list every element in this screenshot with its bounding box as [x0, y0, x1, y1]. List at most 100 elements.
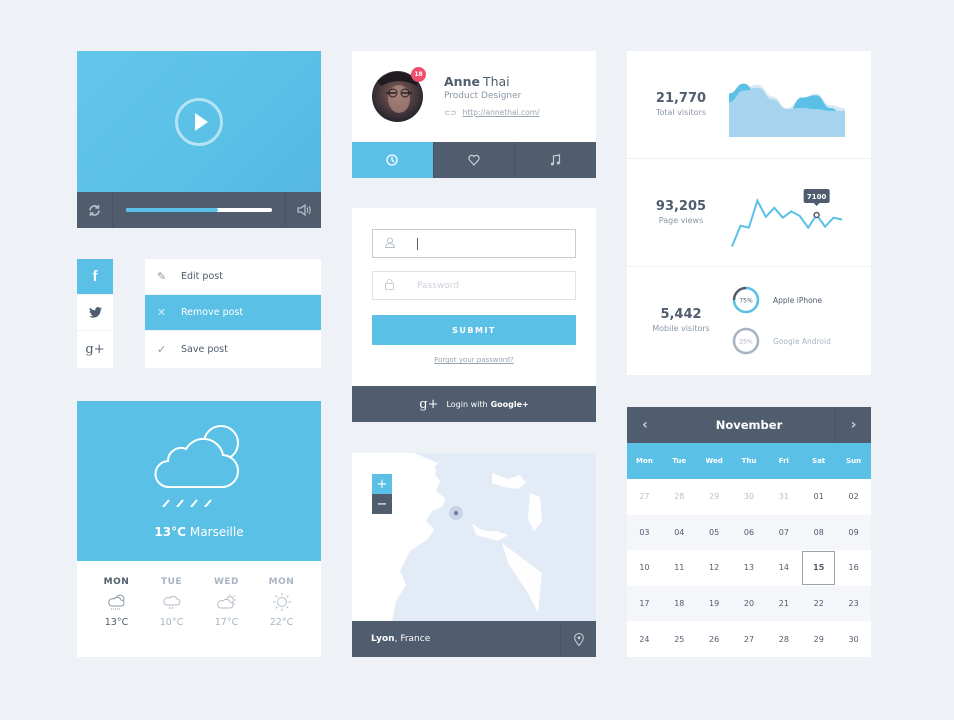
calendar-day[interactable]: 14	[766, 550, 801, 586]
tooltip-arrow	[813, 203, 820, 206]
calendar-day[interactable]: 24	[627, 621, 662, 657]
calendar-day[interactable]: 16	[836, 550, 871, 586]
login-form: SUBMIT Forgot your password? g+ Login wi…	[352, 208, 596, 422]
calendar-day[interactable]: 06	[732, 515, 767, 551]
repeat-button[interactable]	[77, 192, 113, 228]
calendar-week-row: 17 18 19 20 21 22 23	[627, 585, 871, 622]
google-login-button[interactable]: g+ Login with Google+	[352, 386, 596, 422]
calendar-day[interactable]: 03	[627, 515, 662, 551]
calendar-day[interactable]: 17	[627, 586, 662, 622]
calendar-day[interactable]: 27	[627, 479, 662, 515]
calendar-day[interactable]: 22	[801, 586, 836, 622]
username-field[interactable]	[372, 229, 576, 258]
weekday-label: Mon	[636, 457, 653, 465]
calendar-week-row: 24 25 26 27 28 29 30	[627, 621, 871, 657]
calendar-month: November	[715, 418, 783, 432]
calendar-day[interactable]: 11	[662, 550, 697, 586]
play-button[interactable]	[175, 98, 223, 146]
zoom-in-button[interactable]: +	[372, 474, 392, 494]
calendar-day[interactable]: 28	[662, 479, 697, 515]
calendar-day[interactable]: 29	[801, 621, 836, 657]
iphone-percent-ring: 75%	[732, 286, 760, 314]
chevron-right-icon: ›	[850, 417, 857, 433]
calendar-day[interactable]: 26	[697, 621, 732, 657]
video-screen[interactable]	[77, 51, 321, 192]
profile-card: 18 Anne Thai Product Designer ⊂⊃ http://an…	[352, 51, 597, 178]
calendar-day[interactable]: 29	[697, 479, 732, 515]
map-widget: + − Lyon, France	[352, 453, 596, 657]
tab-activity[interactable]	[352, 142, 433, 178]
lock-icon	[385, 278, 417, 293]
calendar-day[interactable]: 02	[836, 479, 871, 515]
next-month-button[interactable]: ›	[835, 407, 871, 443]
menu-item-remove-post[interactable]: ✕ Remove post	[145, 295, 321, 331]
post-actions-menu: ✎ Edit post ✕ Remove post ✓ Save post	[145, 259, 321, 368]
current-weather: 13°C Marseille	[77, 525, 321, 539]
password-input[interactable]	[417, 280, 567, 291]
stat-value: 5,442	[660, 307, 702, 322]
weekday-label: Tue	[672, 457, 687, 465]
password-field[interactable]	[372, 271, 576, 300]
music-icon	[550, 154, 561, 166]
line-series	[731, 197, 843, 247]
menu-item-label: Remove post	[181, 307, 244, 318]
calendar-day[interactable]: 01	[801, 479, 836, 515]
volume-button[interactable]	[285, 192, 321, 228]
menu-item-edit-post[interactable]: ✎ Edit post	[145, 259, 321, 295]
calendar-day[interactable]: 30	[836, 621, 871, 657]
profile-url-link[interactable]: http://annethai.com/	[463, 108, 540, 117]
calendar-day[interactable]: 23	[836, 586, 871, 622]
tab-music[interactable]	[514, 142, 597, 178]
calendar-day[interactable]: 18	[662, 586, 697, 622]
locate-button[interactable]	[560, 621, 596, 657]
forecast-temp: 13°C	[104, 617, 129, 628]
calendar-day[interactable]: 10	[627, 550, 662, 586]
submit-button[interactable]: SUBMIT	[372, 315, 576, 345]
calendar-day[interactable]: 21	[766, 586, 801, 622]
calendar-day[interactable]: 30	[732, 479, 767, 515]
calendar-day-selected[interactable]: 15	[801, 550, 836, 586]
menu-item-label: Edit post	[181, 271, 223, 282]
calendar-day[interactable]: 07	[766, 515, 801, 551]
location-marker[interactable]	[449, 506, 463, 520]
calendar-day[interactable]: 09	[836, 515, 871, 551]
calendar-day[interactable]: 25	[662, 621, 697, 657]
calendar-day[interactable]: 05	[697, 515, 732, 551]
current-temp: 13°C	[154, 525, 186, 539]
cloud-rain-sun-icon	[154, 425, 239, 507]
zoom-out-button[interactable]: −	[372, 494, 392, 514]
google-plus-button[interactable]: g+	[77, 331, 113, 367]
calendar-day[interactable]: 28	[766, 621, 801, 657]
calendar-day[interactable]: 12	[697, 550, 732, 586]
tab-favorites[interactable]	[432, 142, 515, 178]
calendar-day[interactable]: 31	[766, 479, 801, 515]
username-input[interactable]	[418, 238, 568, 249]
map-country: , France	[394, 634, 431, 644]
twitter-button[interactable]	[77, 295, 113, 331]
highlight-point[interactable]	[813, 211, 820, 219]
close-icon: ✕	[157, 306, 167, 319]
calendar-week-row: 27 28 29 30 31 01 02	[627, 479, 871, 515]
menu-item-save-post[interactable]: ✓ Save post	[145, 331, 321, 367]
calendar-day[interactable]: 13	[732, 550, 767, 586]
calendar-day[interactable]: 04	[662, 515, 697, 551]
facebook-button[interactable]: f	[77, 259, 113, 295]
calendar-day[interactable]: 08	[801, 515, 836, 551]
cloud-rain-icon	[163, 595, 180, 610]
forecast-temp: 17°C	[214, 617, 239, 628]
forgot-password-link[interactable]: Forgot your password?	[352, 356, 596, 364]
video-player	[77, 51, 321, 228]
video-progress-slider[interactable]	[126, 208, 272, 212]
video-controls	[77, 192, 321, 228]
calendar-day[interactable]: 20	[732, 586, 767, 622]
weather-widget: 13°C Marseille MON 13°C TUE 10°C WED 17°C…	[77, 401, 321, 657]
calendar-day[interactable]: 27	[732, 621, 767, 657]
forecast-day: WED 17°C	[205, 561, 249, 657]
forecast-temp: 10°C	[159, 617, 184, 628]
twitter-icon	[88, 307, 102, 318]
video-progress-fill	[126, 208, 218, 212]
prev-month-button[interactable]: ‹	[627, 407, 663, 443]
weekday-label: Fri	[778, 457, 789, 465]
calendar-day[interactable]: 19	[697, 586, 732, 622]
stat-label: Total visitors	[655, 108, 707, 117]
